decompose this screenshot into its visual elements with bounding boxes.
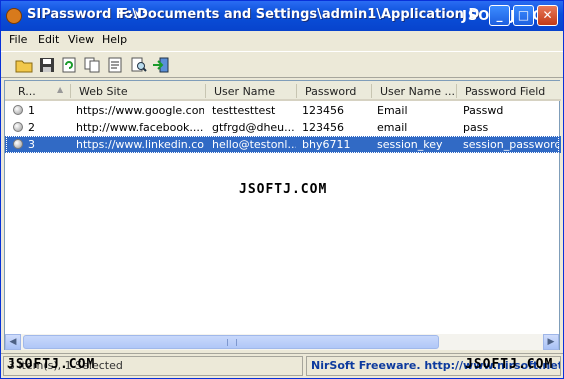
- open-folder-icon[interactable]: [15, 56, 33, 74]
- column-divider[interactable]: [456, 84, 457, 98]
- app-icon: [6, 8, 22, 24]
- column-header-password-field[interactable]: Password Field: [465, 85, 557, 98]
- record-icon: [13, 105, 23, 115]
- row-password: 123456: [302, 104, 344, 117]
- column-header-username-field[interactable]: User Name ...: [380, 85, 458, 98]
- menu-bar: File Edit View Help: [1, 31, 563, 50]
- row-password: bhy6711: [302, 138, 351, 151]
- row-password-field: Passwd: [463, 104, 504, 117]
- menu-help[interactable]: Help: [102, 33, 127, 46]
- column-divider[interactable]: [371, 84, 372, 98]
- row-website: http://www.facebook....: [76, 121, 204, 134]
- menu-edit[interactable]: Edit: [38, 33, 59, 46]
- grip-icon: [227, 339, 237, 346]
- column-header-password[interactable]: Password: [305, 85, 370, 98]
- menu-file[interactable]: File: [9, 33, 27, 46]
- row-username: testtesttest: [212, 104, 276, 117]
- table-row-selected[interactable]: 3 https://www.linkedin.com hello@testonl…: [5, 136, 561, 153]
- row-username-field: session_key: [377, 138, 443, 151]
- title-bar[interactable]: SIPassword Fox: F:\Documents and Setting…: [1, 1, 563, 31]
- find-icon[interactable]: [130, 56, 148, 74]
- scroll-thumb[interactable]: [23, 335, 439, 349]
- password-list[interactable]: R... ▲ Web Site User Name Password User …: [4, 80, 561, 350]
- exit-icon[interactable]: [152, 56, 170, 74]
- refresh-icon[interactable]: [60, 56, 78, 74]
- row-password: 123456: [302, 121, 344, 134]
- column-divider[interactable]: [205, 84, 206, 98]
- scroll-left-button[interactable]: ◀: [5, 334, 21, 350]
- table-row[interactable]: 1 https://www.google.com testtesttest 12…: [5, 102, 561, 119]
- row-website: https://www.google.com: [76, 104, 204, 117]
- watermark-center: JSOFTJ.COM: [239, 182, 328, 197]
- record-icon: [13, 139, 23, 149]
- status-bar: 3 item(s), 1 Selected JSOFTJ.COM NirSoft…: [1, 353, 563, 378]
- row-website: https://www.linkedin.com: [76, 138, 204, 151]
- watermark-bottom-right: JSOFTJ.COM: [465, 357, 554, 372]
- maximize-button[interactable]: □: [513, 5, 534, 26]
- save-icon[interactable]: [38, 56, 56, 74]
- row-id: 2: [28, 121, 35, 134]
- properties-icon[interactable]: [106, 56, 124, 74]
- sort-arrow-icon: ▲: [57, 85, 64, 94]
- column-header-username[interactable]: User Name: [214, 85, 294, 98]
- app-window: SIPassword Fox: F:\Documents and Setting…: [0, 0, 564, 379]
- column-header-website[interactable]: Web Site: [79, 85, 204, 98]
- toolbar: [1, 51, 563, 78]
- watermark-bottom-left: JSOFTJ.COM: [7, 357, 96, 372]
- column-divider[interactable]: [70, 84, 71, 98]
- column-divider[interactable]: [296, 84, 297, 98]
- row-username: gtfrgd@dheu...: [212, 121, 295, 134]
- record-icon: [13, 122, 23, 132]
- list-header: R... ▲ Web Site User Name Password User …: [5, 81, 561, 101]
- row-username: hello@testonl...: [212, 138, 296, 151]
- menu-view[interactable]: View: [68, 33, 94, 46]
- row-id: 1: [28, 104, 35, 117]
- minimize-button[interactable]: _: [489, 5, 510, 26]
- copy-icon[interactable]: [83, 56, 101, 74]
- scroll-right-button[interactable]: ▶: [543, 334, 559, 350]
- row-password-field: session_password: [463, 138, 559, 151]
- row-username-field: Email: [377, 104, 408, 117]
- window-title-path: F:\Documents and Settings\admin1\Applica…: [119, 7, 479, 22]
- table-row[interactable]: 2 http://www.facebook.... gtfrgd@dheu...…: [5, 119, 561, 136]
- row-username-field: email: [377, 121, 408, 134]
- horizontal-scrollbar[interactable]: ◀ ▶: [5, 334, 559, 350]
- row-id: 3: [28, 138, 35, 151]
- close-button[interactable]: ✕: [537, 5, 558, 26]
- row-password-field: pass: [463, 121, 489, 134]
